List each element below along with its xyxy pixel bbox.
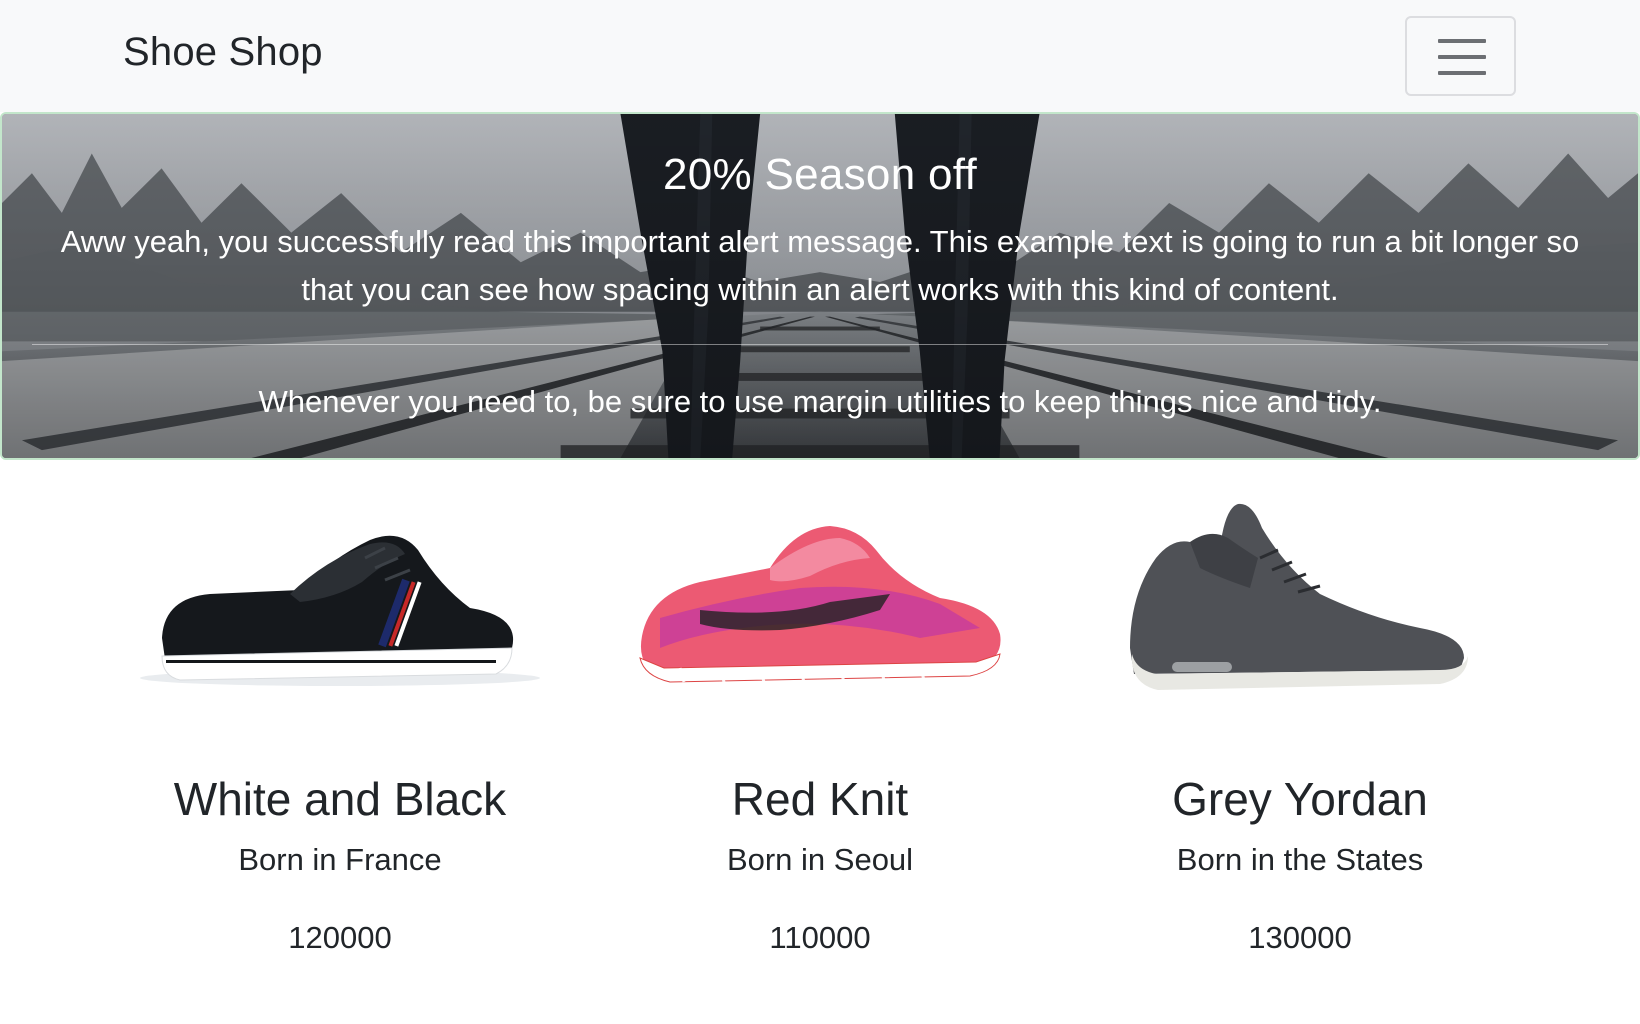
product-card: White and Black Born in France 120000 xyxy=(100,498,580,958)
promo-alert: 20% Season off Aww yeah, you successfull… xyxy=(0,112,1640,460)
grey-high-top-sneaker-image[interactable] xyxy=(1060,498,1540,738)
promo-alert-heading: 20% Season off xyxy=(662,150,978,199)
navbar: Shoe Shop xyxy=(0,0,1640,112)
promo-alert-text: Aww yeah, you successfully read this imp… xyxy=(60,224,1580,307)
product-card: Red Knit Born in Seoul 110000 xyxy=(580,498,1060,958)
product-card: Grey Yordan Born in the States 130000 xyxy=(1060,498,1540,958)
promo-alert-divider xyxy=(32,344,1608,345)
product-price: 120000 xyxy=(288,920,392,955)
brand-link[interactable]: Shoe Shop xyxy=(123,30,323,75)
promo-alert-content: 20% Season off Aww yeah, you successfull… xyxy=(2,114,1638,458)
product-origin: Born in France xyxy=(238,842,442,877)
product-origin: Born in the States xyxy=(1176,842,1424,877)
product-name: White and Black xyxy=(173,773,507,825)
product-price: 130000 xyxy=(1248,920,1352,955)
product-name: Grey Yordan xyxy=(1172,773,1428,825)
product-name: Red Knit xyxy=(731,773,909,825)
navbar-toggler-button[interactable] xyxy=(1405,16,1516,96)
product-origin: Born in Seoul xyxy=(726,842,914,877)
product-price: 110000 xyxy=(769,920,871,955)
promo-alert-footer: Whenever you need to, be sure to use mar… xyxy=(258,384,1382,419)
red-running-shoe-image[interactable] xyxy=(580,498,1060,738)
black-sneaker-image[interactable] xyxy=(100,498,580,738)
